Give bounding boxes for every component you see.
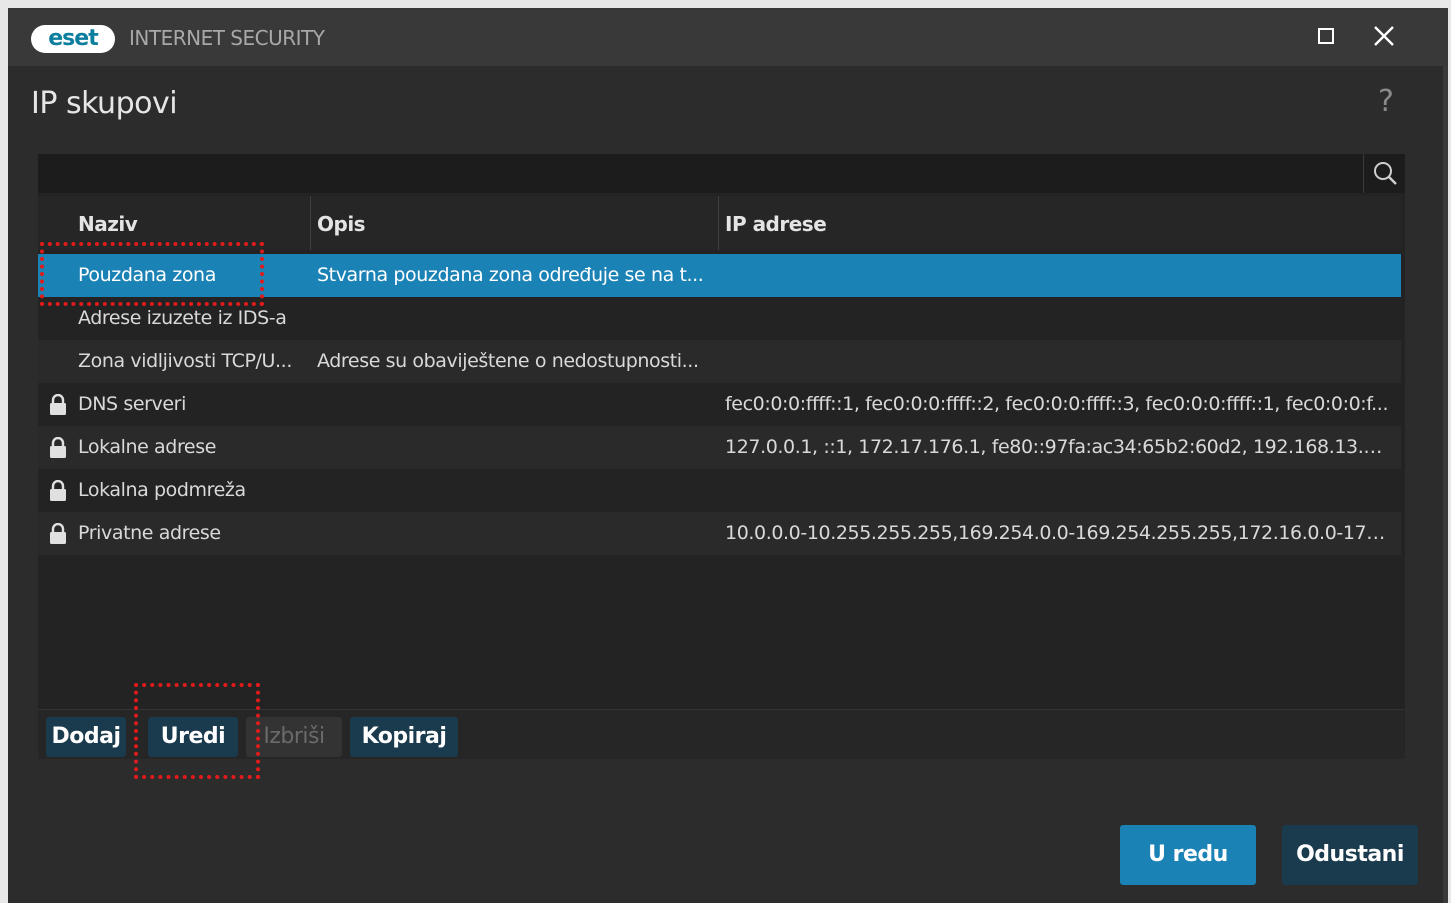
help-icon[interactable]: ?: [1378, 84, 1394, 119]
lock-icon: [49, 522, 67, 549]
close-icon[interactable]: [1371, 23, 1397, 49]
logo-text: eset: [48, 26, 98, 51]
table-row[interactable]: DNS serveri fec0:0:0:ffff::1, fec0:0:0:ff…: [38, 383, 1401, 426]
search-input[interactable]: [38, 154, 1405, 193]
table-row[interactable]: Lokalna podmreža: [38, 469, 1401, 512]
cancel-button[interactable]: Odustani: [1282, 825, 1418, 885]
column-header-description[interactable]: Opis: [317, 212, 366, 236]
lock-icon: [49, 393, 67, 420]
add-button[interactable]: Dodaj: [46, 717, 126, 757]
cell-name: Lokalne adrese: [78, 436, 217, 458]
cell-description: Stvarna pouzdana zona određuje se na t..…: [317, 264, 704, 286]
column-separator[interactable]: [310, 196, 311, 250]
title-bar: eset INTERNET SECURITY: [8, 8, 1448, 66]
cell-ip-addresses: fec0:0:0:ffff::1, fec0:0:0:ffff::2, fec0…: [725, 393, 1389, 415]
maximize-icon[interactable]: [1318, 28, 1334, 44]
ok-button[interactable]: U redu: [1120, 825, 1256, 885]
lock-icon: [49, 436, 67, 463]
eset-dialog-window: eset INTERNET SECURITY IP skupovi ? Nazi…: [8, 8, 1448, 903]
delete-button[interactable]: Izbriši: [246, 717, 342, 757]
table-row[interactable]: Zona vidljivosti TCP/U... Adrese su obavi…: [38, 340, 1401, 383]
cell-name: DNS serveri: [78, 393, 186, 415]
cell-name: Privatne adrese: [78, 522, 221, 544]
cell-name: Lokalna podmreža: [78, 479, 246, 501]
page-title: IP skupovi: [31, 86, 178, 121]
cell-ip-addresses: 10.0.0.0-10.255.255.255,169.254.0.0-169.…: [725, 522, 1389, 544]
search-button[interactable]: [1363, 154, 1405, 193]
column-header-ip-addresses[interactable]: IP adrese: [725, 212, 827, 236]
cell-description: Adrese su obaviještene o nedostupnosti..…: [317, 350, 699, 372]
table-row[interactable]: Lokalne adrese 127.0.0.1, ::1, 172.17.176…: [38, 426, 1401, 469]
highlight-callout-row: [40, 242, 264, 306]
eset-logo: eset: [31, 25, 115, 53]
cell-name: Zona vidljivosti TCP/U...: [78, 350, 292, 372]
search-icon: [1374, 162, 1397, 185]
window-edge: [1443, 66, 1448, 903]
column-separator[interactable]: [718, 196, 719, 250]
cell-name: Adrese izuzete iz IDS-a: [78, 307, 287, 329]
table-row[interactable]: Privatne adrese 10.0.0.0-10.255.255.255,1…: [38, 512, 1401, 555]
copy-button[interactable]: Kopiraj: [350, 717, 458, 757]
app-title: INTERNET SECURITY: [129, 26, 325, 50]
cell-ip-addresses: 127.0.0.1, ::1, 172.17.176.1, fe80::97fa…: [725, 436, 1389, 458]
highlight-callout-edit: [134, 683, 260, 779]
lock-icon: [49, 479, 67, 506]
column-header-name[interactable]: Naziv: [78, 212, 138, 236]
